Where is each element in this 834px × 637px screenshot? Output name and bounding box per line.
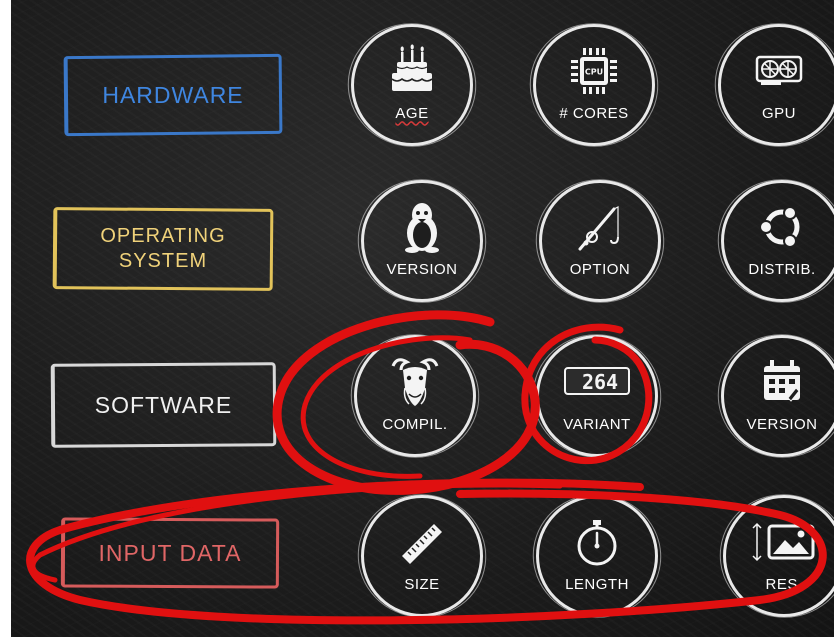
category-operating-system: Operating System <box>52 207 274 291</box>
distrib-circle: Distrib. <box>721 180 834 302</box>
age-label: Age <box>395 104 429 122</box>
gnu-head-icon <box>391 357 439 406</box>
gpu-label: GPU <box>761 104 796 122</box>
cpu-chip-icon: CPU <box>571 47 617 94</box>
input-frame <box>60 517 280 589</box>
ruler-icon <box>402 523 442 564</box>
os-frame <box>52 207 274 291</box>
cores-label: # Cores <box>559 104 629 122</box>
variant-label: Variant <box>563 415 631 433</box>
category-software: Software <box>50 362 277 448</box>
category-hardware: Hardware <box>63 53 283 137</box>
length-circle: Length <box>536 495 658 617</box>
stopwatch-icon <box>577 519 617 565</box>
sw-version-label: Version <box>746 415 818 433</box>
res-label: Res. <box>765 575 803 593</box>
os-version-label: Version <box>386 260 458 278</box>
size-label: Size <box>404 575 440 593</box>
distrib-label: Distrib. <box>748 260 816 278</box>
compil-label: Compil. <box>382 415 448 433</box>
image-resolution-icon <box>752 522 815 561</box>
res-circle: Res. <box>723 495 834 617</box>
ubuntu-logo-icon <box>759 205 800 248</box>
cores-circle: CPU # Cores <box>533 24 655 146</box>
variant-circle: 264 Variant <box>536 335 658 457</box>
cpu-chip-text: CPU <box>585 67 603 76</box>
graphics-card-icon <box>755 55 803 85</box>
calendar-icon <box>764 359 800 402</box>
age-circle: Age <box>351 24 473 146</box>
birthday-cake-icon <box>391 43 433 91</box>
chalkboard: Hardware Operating System Software Input… <box>11 0 834 637</box>
fishing-rod-icon <box>578 205 619 250</box>
tux-penguin-icon <box>405 202 439 253</box>
category-input-data: Input Data <box>60 517 280 589</box>
size-circle: Size <box>361 495 483 617</box>
option-label: Option <box>569 260 631 278</box>
software-frame <box>50 362 277 448</box>
os-version-circle: Version <box>361 180 483 302</box>
gpu-circle: GPU <box>718 24 834 146</box>
hardware-frame <box>63 53 283 137</box>
length-label: Length <box>565 575 629 593</box>
option-circle: Option <box>539 180 661 302</box>
x264-badge-text: 264 <box>582 370 618 394</box>
sw-version-circle: Version <box>721 335 834 457</box>
compil-circle: Compil. <box>354 335 476 457</box>
x264-badge-icon: 264 <box>564 366 630 395</box>
